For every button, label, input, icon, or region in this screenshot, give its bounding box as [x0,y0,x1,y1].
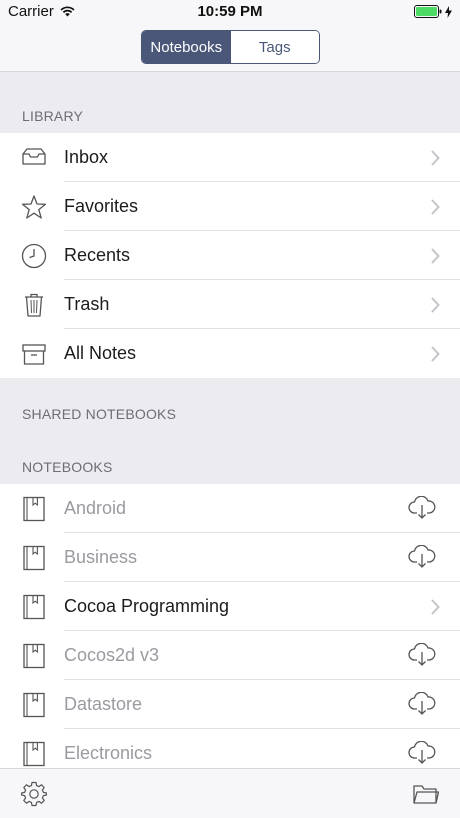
nav-bar: Notebooks Tags [0,24,460,72]
cloud-download-icon[interactable] [408,643,436,667]
library-item-label: Favorites [64,196,139,216]
section-header-notebooks: NOTEBOOKS [0,431,460,484]
library-item-recents[interactable]: Recents [0,231,460,280]
notebook-row-android[interactable]: Android [0,484,460,533]
notebook-icon [23,692,45,718]
notebook-icon [23,741,45,767]
notebook-icon [23,643,45,669]
notebook-label: Datastore [64,694,143,714]
library-item-label: Recents [64,245,131,265]
notebook-row-datastore[interactable]: Datastore [0,680,460,729]
notebook-label: Cocos2d v3 [64,645,160,665]
library-item-all-notes[interactable]: All Notes [0,329,460,378]
library-item-label: Inbox [64,147,109,167]
library-item-favorites[interactable]: Favorites [0,182,460,231]
archive-box-icon [22,344,46,365]
clock-icon [21,243,47,269]
inbox-icon [22,148,46,165]
notebook-icon [23,496,45,522]
cloud-download-icon[interactable] [408,692,436,716]
bottom-toolbar [0,768,460,818]
notebook-row-cocos2d-v3[interactable]: Cocos2d v3 [0,631,460,680]
chevron-right-icon [431,297,440,313]
notebook-row-electronics[interactable]: Electronics [0,729,460,768]
notebooks-list: Android Business Cocoa Programming Cocos… [0,484,460,768]
gear-icon[interactable] [21,781,47,807]
chevron-right-icon [431,150,440,166]
notebook-label: Electronics [64,743,153,763]
segment-notebooks[interactable]: Notebooks [142,31,231,63]
cloud-download-icon[interactable] [408,741,436,765]
library-item-trash[interactable]: Trash [0,280,460,329]
section-title-notebooks: NOTEBOOKS [22,459,113,475]
cloud-download-icon[interactable] [408,496,436,520]
section-header-library: LIBRARY [0,73,460,133]
status-bar: Carrier 10:59 PM [0,0,460,24]
section-title-shared: SHARED NOTEBOOKS [22,406,177,422]
battery-indicator [414,5,452,18]
chevron-right-icon [431,346,440,362]
status-time: 10:59 PM [197,3,263,20]
library-item-label: Trash [64,294,110,314]
library-item-inbox[interactable]: Inbox [0,133,460,182]
chevron-right-icon [431,199,440,215]
cloud-download-icon[interactable] [408,545,436,569]
notebook-label: Business [64,547,138,567]
chevron-right-icon [431,248,440,264]
trash-icon [25,293,43,317]
library-item-label: All Notes [64,343,137,363]
charging-bolt-icon [445,5,452,18]
library-list: Inbox Favorites Recents Trash All Notes [0,133,460,378]
notebook-label: Android [64,498,127,518]
notebook-label: Cocoa Programming [64,596,230,616]
chevron-right-icon [431,599,440,615]
star-icon [21,195,47,219]
folder-icon[interactable] [413,782,439,806]
notebook-row-business[interactable]: Business [0,533,460,582]
segment-tags[interactable]: Tags [230,31,319,63]
section-title-library: LIBRARY [22,108,84,124]
notebook-icon [23,594,45,620]
notebook-icon [23,545,45,571]
section-header-shared: SHARED NOTEBOOKS [0,378,460,431]
battery-icon [414,5,442,18]
notebook-row-cocoa-programming[interactable]: Cocoa Programming [0,582,460,631]
segmented-control: Notebooks Tags [141,30,320,64]
